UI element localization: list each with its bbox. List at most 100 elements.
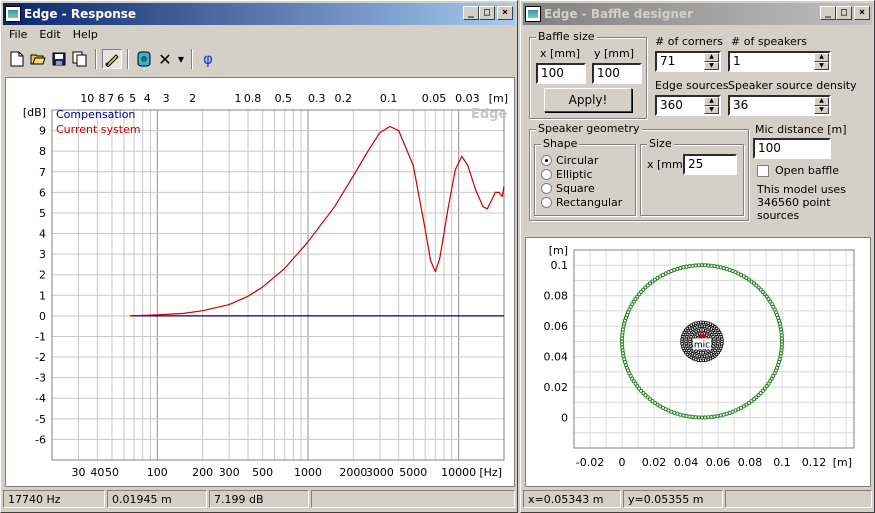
y-tick-label: 7 [39, 166, 46, 179]
pen-icon[interactable] [102, 49, 122, 69]
spin-down-icon[interactable]: ▼ [704, 105, 719, 114]
top-tick-label: 4 [144, 92, 151, 105]
speaker-size-input[interactable]: 25 [683, 154, 737, 175]
spin-up-icon[interactable]: ▲ [814, 97, 829, 106]
close-button[interactable]: × [497, 6, 513, 20]
top-tick-label: 0.03 [455, 92, 480, 105]
x-tick-label: 200 [192, 466, 213, 479]
y-tick-label: 9 [39, 125, 46, 138]
legend-current-system: Current system [56, 123, 141, 136]
x-axis-label: [Hz] [479, 466, 502, 479]
speaker-density-label: Speaker source density [728, 79, 857, 92]
response-chart[interactable]: 9876543210-1-2-3-4-5-6[dB]30 40 50 100 200 30… [6, 78, 514, 486]
minimize-button[interactable]: _ [820, 6, 836, 20]
x-tick-label: 100 [147, 466, 168, 479]
designer-window: Edge - Baffle designer _ □ × Baffle size… [520, 0, 875, 513]
spin-down-icon[interactable]: ▼ [814, 61, 829, 70]
spin-down-icon[interactable]: ▼ [814, 105, 829, 114]
close-button[interactable]: × [854, 6, 870, 20]
mic-marker [699, 334, 705, 339]
top-tick-label: 8 [98, 92, 105, 105]
x-tick-label: 3000 [366, 466, 394, 479]
speakers-spinner[interactable]: 1 ▲ ▼ [728, 51, 831, 72]
copy-icon[interactable] [70, 49, 90, 69]
top-tick-label: 0.3 [308, 92, 326, 105]
new-icon[interactable] [7, 49, 27, 69]
speaker-density-spinner[interactable]: 36 ▲ ▼ [728, 95, 831, 116]
baffle-y-input[interactable]: 100 [592, 63, 642, 84]
top-tick-label: 10 [80, 92, 94, 105]
status-level: 7.199 dB [209, 490, 309, 508]
response-statusbar: 17740 Hz 0.01945 m 7.199 dB [3, 490, 515, 510]
size-title: Size [647, 137, 674, 150]
y-tick-label: 4 [39, 228, 46, 241]
y-tick-label: 2 [39, 269, 46, 282]
maximize-button[interactable]: □ [836, 6, 852, 20]
designer-titlebar[interactable]: Edge - Baffle designer _ □ × [523, 3, 872, 25]
radio-square[interactable]: Square [541, 182, 595, 195]
maximize-button[interactable]: □ [479, 6, 495, 20]
status-distance: 0.01945 m [107, 490, 207, 508]
x-tick-label: 0 [619, 456, 626, 469]
baffle-plot[interactable]: -0.02 0 0.02 0.04 0.06 0.08 0.1 0.12 [m] 0.1 0.08 0… [525, 237, 871, 487]
mic-distance-label: Mic distance [m] [755, 123, 847, 136]
response-titlebar[interactable]: Edge - Response _ □ × [3, 3, 515, 25]
baffle-x-input[interactable]: 100 [536, 63, 586, 84]
speaker-icon[interactable] [134, 49, 154, 69]
minimize-button[interactable]: _ [463, 6, 479, 20]
spin-up-icon[interactable]: ▲ [704, 97, 719, 106]
toolbar-separator [191, 49, 193, 69]
status-extra [725, 490, 872, 508]
menu-help[interactable]: Help [67, 26, 104, 44]
corners-spinner[interactable]: 71 ▲ ▼ [655, 51, 721, 72]
checkbox-box [757, 164, 769, 177]
y-tick-label: 1 [39, 289, 46, 302]
radio-elliptic[interactable]: Elliptic [541, 168, 593, 181]
y-tick-label: 5 [39, 207, 46, 220]
mic-distance-input[interactable]: 100 [753, 138, 831, 159]
dropdown-icon[interactable]: ▼ [176, 49, 186, 69]
open-icon[interactable] [28, 49, 48, 69]
y-tick-label: 0.06 [544, 320, 569, 333]
x-tick-label: 0.08 [738, 456, 763, 469]
baffle-chart[interactable]: -0.02 0 0.02 0.04 0.06 0.08 0.1 0.12 [m] 0.1 0.08 0… [526, 238, 870, 486]
designer-window-title: Edge - Baffle designer [544, 7, 693, 21]
x-tick-label: -0.02 [576, 456, 604, 469]
response-window: Edge - Response _ □ × File Edit Help ✕ ▼… [0, 0, 518, 513]
spin-up-icon[interactable]: ▲ [814, 53, 829, 62]
x-tick-label: 0.06 [706, 456, 731, 469]
top-tick-label: 0.8 [244, 92, 262, 105]
edge-sources-label: Edge sources [655, 79, 729, 92]
current-system-line [130, 125, 505, 317]
delete-icon[interactable]: ✕ [155, 49, 175, 69]
top-tick-label: 0.5 [275, 92, 293, 105]
radio-dot [541, 197, 552, 208]
radio-rectangular[interactable]: Rectangular [541, 196, 622, 209]
menubar: File Edit Help [3, 26, 515, 44]
open-baffle-checkbox[interactable]: Open baffle [757, 164, 839, 177]
y-axis-label: [dB] [23, 106, 46, 119]
phase-icon[interactable]: φ [198, 49, 218, 69]
x-mm-label: x [mm] [540, 47, 581, 60]
y-tick-label: 0.04 [544, 351, 569, 364]
model-info: This model uses 346560 point sources [757, 183, 846, 222]
edge-sources-spinner[interactable]: 360 ▲ ▼ [655, 95, 721, 116]
corners-value: 71 [660, 54, 676, 68]
chart-watermark: Edge [471, 107, 508, 122]
response-window-title: Edge - Response [24, 7, 137, 21]
legend-compensation: Compensation [56, 108, 136, 121]
menu-edit[interactable]: Edit [33, 26, 66, 44]
menu-file[interactable]: File [3, 26, 33, 44]
y-tick-label: 0.1 [551, 259, 569, 272]
toolbar-separator [127, 49, 129, 69]
radio-label: Square [556, 182, 595, 195]
save-icon[interactable] [49, 49, 69, 69]
radio-circular[interactable]: Circular [541, 154, 598, 167]
apply-button[interactable]: Apply! [544, 88, 632, 112]
response-plot[interactable]: 9 8 7 6 5 4 3 2 1 0 -1 -2 -3 -4 -5 -6 [dB] 30 40 50 100 200 30… [5, 77, 515, 487]
y-tick-label: -3 [35, 372, 46, 385]
spin-down-icon[interactable]: ▼ [704, 61, 719, 70]
open-baffle-label: Open baffle [775, 164, 840, 177]
spin-up-icon[interactable]: ▲ [704, 53, 719, 62]
app-icon [5, 6, 21, 22]
